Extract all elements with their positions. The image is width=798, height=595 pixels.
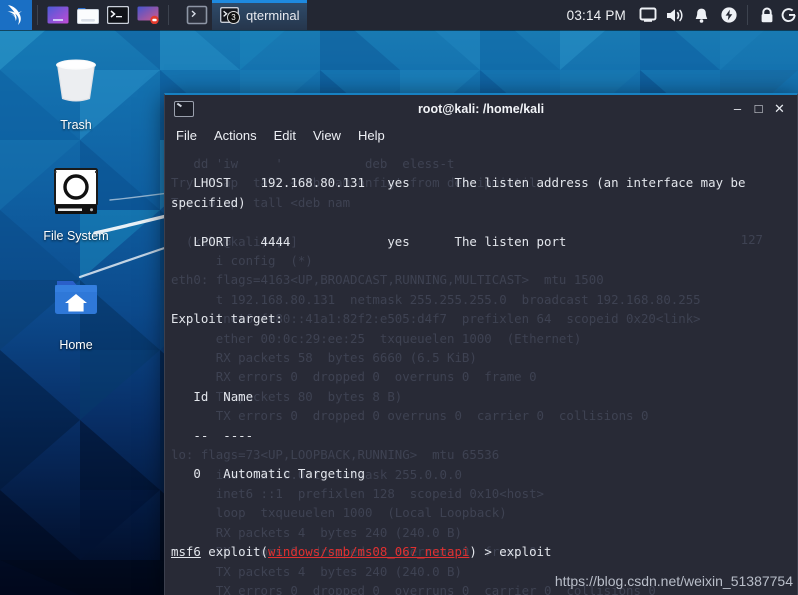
maximize-button[interactable]: □ [748, 98, 769, 120]
taskbar-separator [747, 5, 748, 25]
taskbar-window-icon-wrap: 3 [220, 7, 240, 24]
msf-prompt-close: ) > [469, 544, 500, 560]
screen-record-icon [137, 6, 159, 24]
notification-bell-icon [695, 8, 708, 23]
tray-volume-button[interactable] [661, 0, 688, 30]
window-count-badge: 3 [227, 11, 240, 24]
term-line: Id Name [171, 388, 254, 404]
msf-prompt-open: exploit( [200, 544, 268, 560]
desktop-icon [186, 5, 208, 25]
drive-icon [54, 168, 98, 214]
window-controls: – □ ✕ [727, 98, 797, 120]
power-icon [720, 7, 737, 23]
tray-display-button[interactable] [634, 0, 661, 30]
home-folder-icon [55, 281, 97, 314]
menubar[interactable]: File Actions Edit View Help [165, 122, 797, 148]
display-icon [639, 7, 656, 22]
tray-power-button[interactable] [715, 0, 742, 30]
terminal-foreground-text: LHOST 192.168.80.131 yes The listen addr… [165, 148, 797, 595]
taskbar-separator [168, 5, 169, 25]
close-button[interactable]: ✕ [769, 98, 790, 120]
msf-prompt-module: windows/smb/ms08_067_netapi [267, 544, 470, 560]
msf-prompt-host: msf6 [171, 544, 201, 560]
tray-notifications-button[interactable] [688, 0, 715, 30]
taskbar-window-label: qterminal [246, 7, 300, 23]
terminal-icon [107, 6, 129, 24]
term-line: LPORT 4444 yes The listen port [171, 233, 567, 249]
kali-dragon-logo [7, 5, 22, 25]
launcher-file-manager[interactable] [75, 4, 101, 26]
term-line [171, 270, 793, 289]
menu-edit[interactable]: Edit [274, 128, 296, 143]
terminal-icon [174, 100, 194, 117]
kali-menu-button[interactable] [0, 0, 32, 30]
terminal-window[interactable]: root@kali: /home/kali – □ ✕ File Actions… [164, 93, 798, 595]
trash-icon [56, 59, 96, 102]
watermark: https://blog.csdn.net/weixin_51387754 [554, 573, 793, 589]
clock[interactable]: 03:14 PM [559, 8, 634, 23]
msf-command: exploit [499, 544, 552, 560]
menu-file[interactable]: File [176, 128, 197, 143]
term-line: 0 Automatic Targeting [171, 466, 365, 482]
term-line: LHOST 192.168.80.131 yes The listen addr… [171, 175, 753, 210]
term-line [171, 348, 793, 367]
minimize-button[interactable]: – [727, 98, 748, 120]
desktop-icon-trash[interactable]: Trash [28, 52, 124, 132]
desktop-icon-home[interactable]: Home [28, 272, 124, 352]
taskbar-separator [37, 5, 38, 25]
taskbar-window-qterminal[interactable]: 3 qterminal [212, 0, 308, 30]
desktop-icon-file-system[interactable]: File System [28, 163, 124, 243]
menu-actions[interactable]: Actions [214, 128, 257, 143]
user-icon [781, 8, 796, 23]
terminal-output-area[interactable]: dd 'iw ' deb eless-t Try o ap tall <deb … [165, 148, 797, 595]
show-desktop-button[interactable] [184, 4, 210, 26]
folder-icon [77, 8, 99, 24]
term-line: -- ---- [171, 427, 254, 443]
tray-lock-button[interactable] [753, 0, 780, 30]
tray-user-button[interactable] [780, 0, 798, 30]
desktop-icon-label: Trash [60, 118, 92, 132]
term-line: Exploit target: [171, 311, 283, 327]
taskbar[interactable]: 3 qterminal 03:14 PM [0, 0, 798, 30]
launcher-browser[interactable] [45, 4, 71, 26]
launcher-screen-recorder[interactable] [135, 4, 161, 26]
window-title: root@kali: /home/kali [417, 101, 545, 116]
menu-help[interactable]: Help [358, 128, 385, 143]
term-line [171, 503, 793, 522]
lock-icon [761, 7, 772, 22]
desktop-icon-label: Home [59, 338, 93, 352]
msf-prompt-line: msf6 exploit(windows/smb/ms08_067_netapi… [171, 542, 793, 561]
window-titlebar[interactable]: root@kali: /home/kali – □ ✕ [165, 95, 797, 122]
desktop-icon-label: File System [43, 229, 109, 243]
volume-icon [667, 8, 683, 22]
launcher-terminal[interactable] [105, 4, 131, 26]
browser-icon [47, 6, 69, 24]
menu-view[interactable]: View [313, 128, 341, 143]
